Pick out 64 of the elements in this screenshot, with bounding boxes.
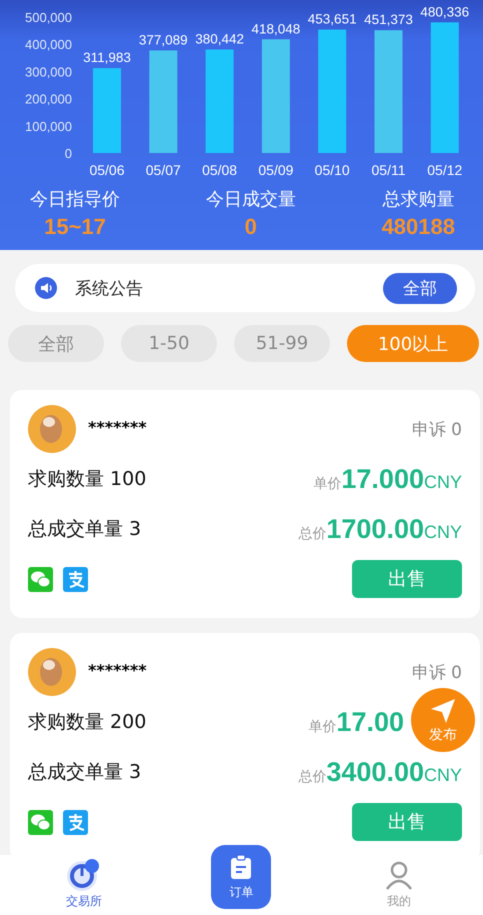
value-label: 418,048: [252, 21, 300, 36]
alipay-icon: [63, 566, 88, 592]
avatar: [28, 405, 76, 453]
axis-label: 05/11: [372, 162, 406, 178]
currency-label: CNY: [424, 472, 462, 492]
currency-label: CNY: [424, 764, 462, 786]
filter-tab[interactable]: 100以上: [347, 325, 479, 362]
price-label: 总价: [298, 768, 326, 786]
axis-label: 0: [64, 146, 72, 161]
axis-label: 100,000: [25, 118, 72, 134]
clipboard-icon: [230, 854, 252, 880]
notice-title: 系统公告: [75, 278, 144, 300]
sell-button[interactable]: 出售: [352, 560, 462, 598]
axis-label: 05/07: [146, 162, 181, 178]
value-label: 453,651: [308, 12, 357, 27]
value-label: 480,336: [420, 4, 470, 20]
axis-label: 500,000: [25, 10, 72, 25]
user-name: *******: [88, 661, 148, 680]
stat-label: 今日成交量: [206, 188, 296, 212]
stat-value: 480188: [382, 213, 455, 241]
axis-label: 400,000: [25, 37, 72, 52]
axis-label: 05/08: [202, 162, 238, 178]
price-value: 3400.00: [326, 756, 424, 788]
order-text: 求购数量 200: [28, 710, 146, 735]
filter-tab[interactable]: 全部: [8, 325, 104, 362]
nav-tab[interactable]: 交易所: [44, 857, 124, 910]
order-text: 总成交单量 3: [28, 517, 142, 542]
sell-button[interactable]: 出售: [352, 803, 462, 841]
complaint-count: 申诉 0: [412, 419, 462, 441]
value-label: 311,983: [83, 50, 131, 66]
price-value: 1700.00: [326, 514, 424, 544]
user-name: *******: [88, 418, 148, 437]
order-text: 求购数量 100: [28, 467, 146, 492]
stat-value: 0: [244, 213, 257, 241]
stat-label: 今日指导价: [30, 188, 120, 212]
axis-label: 200,000: [25, 92, 72, 107]
currency-label: CNY: [424, 522, 462, 542]
axis-label: 05/12: [427, 162, 462, 178]
complaint-count: 申诉 0: [412, 662, 462, 684]
nav-tab[interactable]: 我的: [359, 857, 440, 910]
avatar: [28, 648, 76, 696]
price-label: 单价: [308, 718, 336, 736]
price-value: 17.000: [341, 464, 424, 494]
orders-tab[interactable]: 订单: [211, 845, 272, 909]
axis-label: 05/10: [314, 162, 350, 178]
axis-label: 05/09: [258, 162, 294, 178]
stat-value: 15~17: [44, 213, 106, 241]
stat-label: 总求购量: [382, 188, 454, 212]
chat-bubbles-icon: [28, 810, 53, 834]
axis-label: 05/06: [89, 162, 125, 178]
chat-bubbles-icon: [28, 566, 53, 592]
filter-tab[interactable]: 1-50: [121, 325, 217, 362]
axis-label: 300,000: [25, 64, 72, 80]
price-label: 总价: [298, 524, 326, 542]
price-label: 单价: [313, 474, 342, 492]
price-value: 17.00: [336, 706, 404, 738]
alipay-icon: [63, 810, 88, 834]
order-text: 总成交单量 3: [28, 760, 142, 785]
value-label: 380,442: [195, 32, 244, 47]
filter-tab[interactable]: 51-99: [234, 325, 330, 362]
speaker-icon: [35, 277, 57, 299]
value-label: 377,089: [138, 32, 188, 48]
value-label: 451,373: [364, 12, 413, 28]
all-button[interactable]: 全部: [383, 272, 457, 304]
